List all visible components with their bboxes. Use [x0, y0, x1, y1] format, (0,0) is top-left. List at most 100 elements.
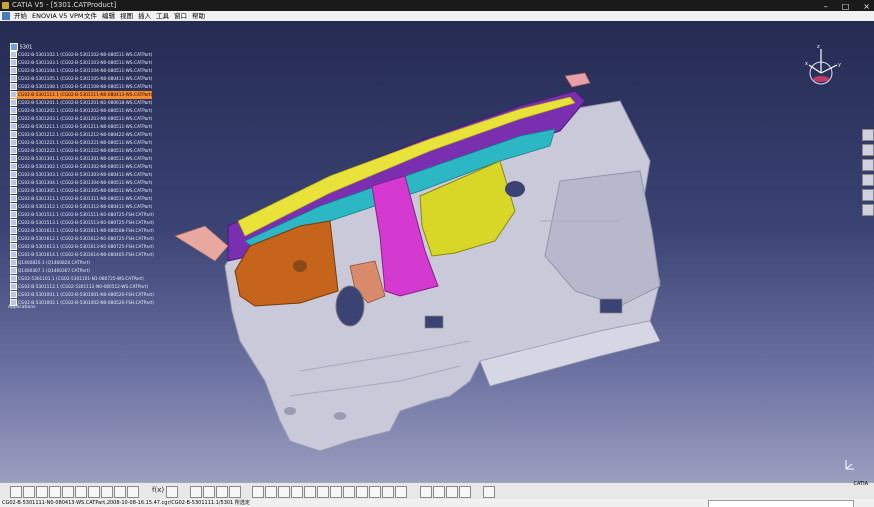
- tree-item[interactable]: CG02-B-5301001.1 (CG02-B-5301001-N0-0805…: [10, 291, 154, 299]
- tree-item[interactable]: CG02-B-5301305.1 (CG02-B-5301305-N0-0805…: [10, 187, 152, 195]
- tree-item-label: CG02-B-5301513.1 (CG02-B-5301513-N1-0807…: [18, 221, 154, 226]
- tree-item[interactable]: CG02-B-5301104.1 (CG02-B-5301104-N0-0805…: [10, 67, 152, 75]
- tree-item[interactable]: CG02-B-5301302.1 (CG02-B-5301302-N0-0805…: [10, 163, 152, 171]
- menu-insert[interactable]: 插入: [138, 11, 151, 21]
- 3d-viewport[interactable]: 5301 CG02-B-5301102.1 (CG02-B-5301102-N0…: [0, 21, 874, 482]
- tree-item[interactable]: CG02-B-5301212.1 (CG02-B-5301212-N0-0804…: [10, 131, 152, 139]
- help-icon[interactable]: [127, 486, 139, 498]
- tree-item[interactable]: Q1400820.1 (Q1400820.CATPart): [10, 259, 90, 267]
- command-input[interactable]: [708, 500, 854, 507]
- camera-icon[interactable]: [483, 486, 495, 498]
- tree-item[interactable]: CG02-B-5301108.1 (CG02-B-5301108-N0-0805…: [10, 83, 152, 91]
- bracket-pink-left: [174, 225, 229, 262]
- tree-item[interactable]: CG02-B-5301221.1 (CG02-B-5301221-N0-0805…: [10, 139, 152, 147]
- video-icon[interactable]: [229, 486, 241, 498]
- hide-show-icon[interactable]: [382, 486, 394, 498]
- copy-icon[interactable]: [75, 486, 87, 498]
- part-icon: [10, 291, 17, 298]
- paste-icon[interactable]: [88, 486, 100, 498]
- tree-item-label: CG02-B-5301102.1 (CG02-B-5301102-N0-0805…: [18, 53, 153, 58]
- tool-button[interactable]: [862, 159, 874, 171]
- new-icon[interactable]: [10, 486, 22, 498]
- tree-item[interactable]: CG02-B-5301202.1 (CG02-B-5301202-N0-0805…: [10, 107, 152, 115]
- analysis-icon[interactable]: [433, 486, 445, 498]
- tree-item[interactable]: CG02-5301101.1 (CG02-5301101-N1-080725-W…: [10, 275, 144, 283]
- tree-item-label: CG02-B-5301202.1 (CG02-B-5301202-N0-0805…: [18, 109, 153, 114]
- section-icon[interactable]: [446, 486, 458, 498]
- tree-item[interactable]: CG02-B-5301511.1 (CG02-B-5301511-N1-0807…: [10, 211, 154, 219]
- menu-view[interactable]: 视图: [120, 11, 133, 21]
- grid-icon[interactable]: [190, 486, 202, 498]
- tree-item[interactable]: CG02-B-5301613.1 (CG02-B-5301613-N1-0807…: [10, 243, 154, 251]
- document-icon[interactable]: [2, 12, 10, 20]
- tree-item[interactable]: CG02-B-5301211.1 (CG02-B-5301211-N0-0805…: [10, 123, 152, 131]
- tree-item[interactable]: CG02-B-5301103.1 (CG02-B-5301103-N0-0805…: [10, 59, 152, 67]
- pan-icon[interactable]: [278, 486, 290, 498]
- tree-item[interactable]: CG02-B-5301303.1 (CG02-B-5301303-N0-0804…: [10, 171, 152, 179]
- tree-item[interactable]: CG02-B-5301312.1 (CG02-B-5301312-N0-0804…: [10, 203, 152, 211]
- formula-button[interactable]: f(x): [152, 486, 164, 494]
- svg-text:y: y: [838, 62, 841, 68]
- tree-item-label: CG02-B-5301614.1 (CG02-B-5301614-N0-0804…: [18, 253, 154, 258]
- tree-item[interactable]: CG02-B-5301304.1 (CG02-B-5301304-N0-0805…: [10, 179, 152, 187]
- menu-tools[interactable]: 工具: [156, 11, 169, 21]
- tree-item[interactable]: CG02-B-5301301.1 (CG02-B-5301301-N0-0805…: [10, 155, 152, 163]
- tree-item[interactable]: CG02-B-5301311.1 (CG02-B-5301311-N0-0805…: [10, 195, 152, 203]
- undo-icon[interactable]: [101, 486, 113, 498]
- menu-start[interactable]: 开始: [14, 11, 27, 21]
- tree-item[interactable]: CG02-B-5301611.1 (CG02-B-5301611-N0-0805…: [10, 227, 154, 235]
- tree-item[interactable]: CG02-B-5301111.1 (CG02-B-5301111-N0-0804…: [10, 91, 153, 99]
- menu-window[interactable]: 窗口: [174, 11, 187, 21]
- tree-item-label: CG02-B-5301612.1 (CG02-B-5301612-N1-0807…: [18, 237, 154, 242]
- tree-item[interactable]: CG02-B-5301612.1 (CG02-B-5301612-N1-0807…: [10, 235, 154, 243]
- tree-item[interactable]: Q1400307.1 (Q1400307.CATPart): [10, 267, 90, 275]
- clash-icon[interactable]: [459, 486, 471, 498]
- menu-enovia[interactable]: ENOVIA V5 VPM: [32, 11, 83, 21]
- cut-icon[interactable]: [62, 486, 74, 498]
- measure-icon[interactable]: [420, 486, 432, 498]
- part-icon: [10, 171, 17, 178]
- print-icon[interactable]: [49, 486, 61, 498]
- menu-edit[interactable]: 编辑: [102, 11, 115, 21]
- swap-visible-icon[interactable]: [395, 486, 407, 498]
- tree-item[interactable]: CG02-B-5301102.1 (CG02-B-5301102-N0-0805…: [10, 51, 152, 59]
- fit-all-icon[interactable]: [265, 486, 277, 498]
- menu-file[interactable]: 文件: [84, 11, 97, 21]
- shading-icon[interactable]: [369, 486, 381, 498]
- save-icon[interactable]: [36, 486, 48, 498]
- tree-item[interactable]: CG02-B-5301105.1 (CG02-B-5301105-N0-0804…: [10, 75, 152, 83]
- tree-item[interactable]: CG02-B-5301201.1 (CG02-B-5301201-N1-0806…: [10, 99, 152, 107]
- tree-applications[interactable]: Applications: [8, 305, 36, 310]
- normal-view-icon[interactable]: [330, 486, 342, 498]
- zoom-in-icon[interactable]: [304, 486, 316, 498]
- tool-button[interactable]: [862, 189, 874, 201]
- zoom-out-icon[interactable]: [317, 486, 329, 498]
- tree-root[interactable]: 5301: [10, 43, 32, 51]
- compass-icon[interactable]: z y x: [805, 43, 845, 85]
- hole: [293, 260, 307, 272]
- tree-item[interactable]: CG02-B-5301614.1 (CG02-B-5301614-N0-0804…: [10, 251, 154, 259]
- tool-button[interactable]: [862, 204, 874, 216]
- tool-button[interactable]: [862, 144, 874, 156]
- capture-icon[interactable]: [216, 486, 228, 498]
- tree-item[interactable]: CG02-B-5301112.1 (CG02-5301112-N0-080512…: [10, 283, 148, 291]
- tree-item-label: CG02-B-5301104.1 (CG02-B-5301104-N0-0805…: [18, 69, 153, 74]
- part-icon: [10, 75, 17, 82]
- knowledge-icon[interactable]: [166, 486, 178, 498]
- menu-help[interactable]: 帮助: [192, 11, 205, 21]
- svg-text:z: z: [817, 44, 820, 50]
- rotate-icon[interactable]: [291, 486, 303, 498]
- multi-view-icon[interactable]: [343, 486, 355, 498]
- tree-item-label: CG02-B-5301611.1 (CG02-B-5301611-N0-0805…: [18, 229, 154, 234]
- iso-view-icon[interactable]: [356, 486, 368, 498]
- open-icon[interactable]: [23, 486, 35, 498]
- tree-item[interactable]: CG02-B-5301222.1 (CG02-B-5301222-N0-0805…: [10, 147, 152, 155]
- tree-item[interactable]: CG02-B-5301513.1 (CG02-B-5301513-N1-0807…: [10, 219, 154, 227]
- redo-icon[interactable]: [114, 486, 126, 498]
- catalog-icon[interactable]: [203, 486, 215, 498]
- tool-button[interactable]: [862, 174, 874, 186]
- fly-icon[interactable]: [252, 486, 264, 498]
- tool-button[interactable]: [862, 129, 874, 141]
- window-title: CATIA V5 - [5301.CATProduct]: [12, 1, 117, 9]
- tree-item[interactable]: CG02-B-5301203.1 (CG02-B-5301203-N0-0805…: [10, 115, 152, 123]
